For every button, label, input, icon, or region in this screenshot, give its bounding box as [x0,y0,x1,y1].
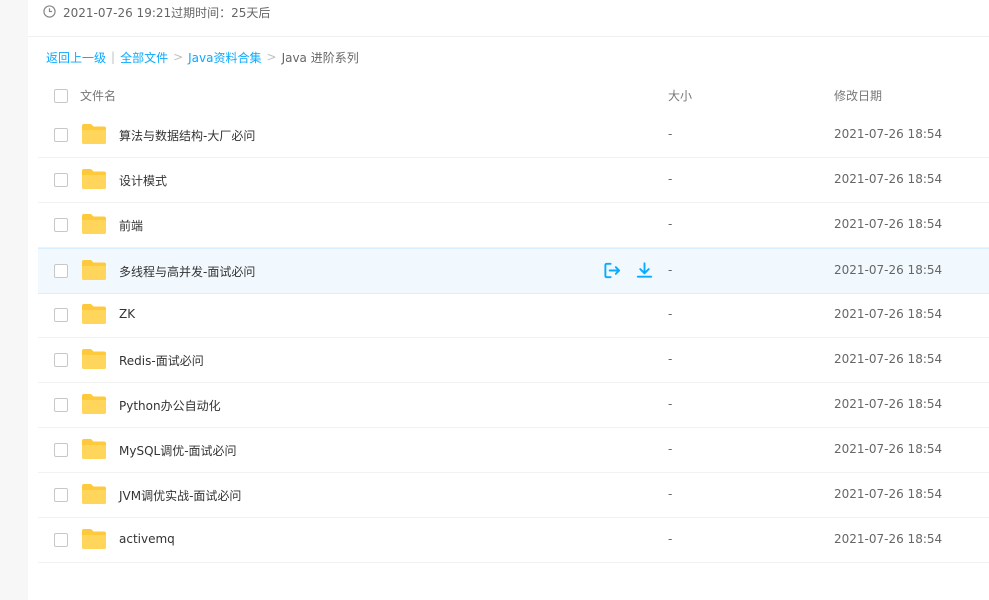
file-size: - [668,127,673,141]
folder-icon [82,394,106,414]
breadcrumb-back-link[interactable]: 返回上一级 [46,49,106,66]
file-size: - [668,442,673,456]
file-date: 2021-07-26 18:54 [834,397,943,411]
row-checkbox[interactable] [54,488,68,502]
file-size: - [668,263,673,277]
file-size: - [668,172,673,186]
folder-icon [82,214,106,234]
folder-icon [82,529,106,549]
file-size: - [668,397,673,411]
column-header-date[interactable]: 修改日期 [834,87,882,104]
file-date: 2021-07-26 18:54 [834,442,943,456]
table-row[interactable]: MySQL调优-面试必问 - 2021-07-26 18:54 [38,428,989,473]
file-date: 2021-07-26 18:54 [834,217,943,231]
column-header-size[interactable]: 大小 [668,87,692,104]
expire-text: 2021-07-26 19:21过期时间：25天后 [63,6,271,20]
file-size: - [668,487,673,501]
file-name-link[interactable]: Redis-面试必问 [119,352,204,369]
breadcrumb-folder-link[interactable]: Java资料合集 [188,49,261,66]
table-row[interactable]: Python办公自动化 - 2021-07-26 18:54 [38,383,989,428]
column-header-name[interactable]: 文件名 [80,87,116,104]
breadcrumb: 返回上一级 | 全部文件 > Java资料合集 > Java 进阶系列 [46,48,359,66]
file-date: 2021-07-26 18:54 [834,172,943,186]
file-name-link[interactable]: activemq [119,532,175,546]
file-name-link[interactable]: 设计模式 [119,172,167,189]
file-size: - [668,352,673,366]
file-size: - [668,532,673,546]
file-date: 2021-07-26 18:54 [834,127,943,141]
row-checkbox[interactable] [54,308,68,322]
clock-icon [43,5,56,18]
table-row[interactable]: 算法与数据结构-大厂必问 - 2021-07-26 18:54 [38,113,989,158]
file-date: 2021-07-26 18:54 [834,263,943,277]
table-row[interactable]: 多线程与高并发-面试必问 - 2021-07-26 18:54 [38,248,989,294]
file-name-link[interactable]: JVM调优实战-面试必问 [119,487,241,504]
row-actions [603,261,654,280]
folder-icon [82,349,106,369]
folder-icon [82,124,106,144]
table-row[interactable]: 设计模式 - 2021-07-26 18:54 [38,158,989,203]
row-checkbox[interactable] [54,128,68,142]
row-checkbox[interactable] [54,264,68,278]
folder-icon [82,439,106,459]
row-checkbox[interactable] [54,353,68,367]
expire-info-bar: 2021-07-26 19:21过期时间：25天后 [28,0,989,37]
folder-icon [82,304,106,324]
breadcrumb-current: Java 进阶系列 [281,50,359,65]
breadcrumb-separator: > [173,50,184,64]
table-row[interactable]: ZK - 2021-07-26 18:54 [38,293,989,338]
folder-icon [82,484,106,504]
row-checkbox[interactable] [54,173,68,187]
file-name-link[interactable]: MySQL调优-面试必问 [119,442,237,459]
row-checkbox[interactable] [54,218,68,232]
table-row[interactable]: Redis-面试必问 - 2021-07-26 18:54 [38,338,989,383]
file-date: 2021-07-26 18:54 [834,532,943,546]
file-name-link[interactable]: 多线程与高并发-面试必问 [119,263,255,280]
file-name-link[interactable]: 前端 [119,217,143,234]
breadcrumb-divider: | [111,50,116,64]
file-share-panel: 2021-07-26 19:21过期时间：25天后 返回上一级 | 全部文件 >… [28,0,989,600]
breadcrumb-all-files-link[interactable]: 全部文件 [120,49,168,66]
breadcrumb-separator: > [266,50,277,64]
file-size: - [668,217,673,231]
table-row[interactable]: 前端 - 2021-07-26 18:54 [38,203,989,248]
table-header: 文件名 大小 修改日期 [38,78,989,112]
file-date: 2021-07-26 18:54 [834,487,943,501]
file-date: 2021-07-26 18:54 [834,352,943,366]
row-checkbox[interactable] [54,533,68,547]
download-icon[interactable] [635,261,654,280]
row-checkbox[interactable] [54,443,68,457]
folder-icon [82,169,106,189]
file-date: 2021-07-26 18:54 [834,307,943,321]
folder-icon [82,260,106,280]
table-row[interactable]: JVM调优实战-面试必问 - 2021-07-26 18:54 [38,473,989,518]
file-size: - [668,307,673,321]
file-name-link[interactable]: ZK [119,307,135,321]
table-row[interactable]: activemq - 2021-07-26 18:54 [38,518,989,563]
save-to-netdisk-icon[interactable] [603,261,622,280]
row-checkbox[interactable] [54,398,68,412]
select-all-checkbox[interactable] [54,89,68,103]
file-name-link[interactable]: Python办公自动化 [119,397,221,414]
file-name-link[interactable]: 算法与数据结构-大厂必问 [119,127,255,144]
